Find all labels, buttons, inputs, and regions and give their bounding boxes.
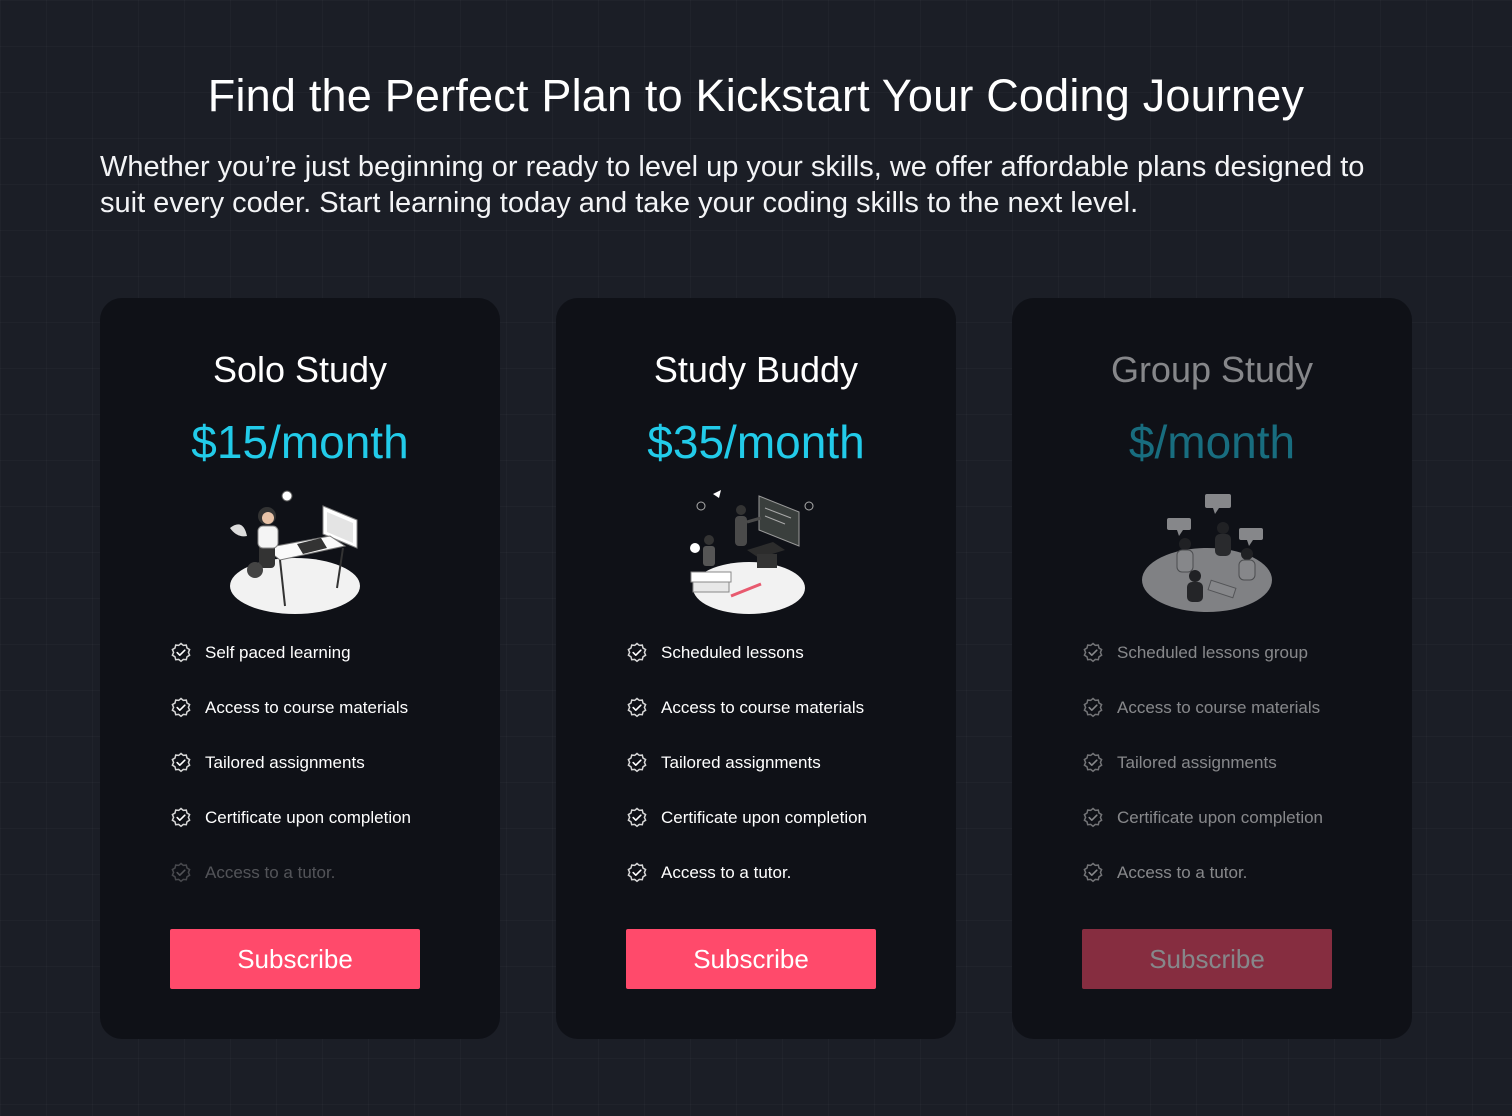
check-badge-icon	[171, 862, 191, 883]
check-badge-icon	[627, 752, 647, 773]
feature-item: Tailored assignments	[170, 752, 411, 807]
feature-label: Access to a tutor.	[661, 863, 792, 882]
check-badge-icon	[171, 642, 191, 663]
check-badge-icon	[1083, 697, 1103, 718]
feature-label: Scheduled lessons	[661, 643, 804, 662]
group-discussion-illustration	[1142, 494, 1272, 612]
feature-item: Access to a tutor.	[1082, 862, 1323, 917]
feature-item: Access to course materials	[626, 697, 867, 752]
check-badge-icon	[171, 807, 191, 828]
check-badge-icon	[171, 697, 191, 718]
plan-card-group-study: Group Study $/month Scheduled lessons gr…	[1012, 298, 1412, 1039]
feature-label: Access to course materials	[1117, 698, 1321, 717]
check-badge-icon	[1083, 862, 1103, 883]
feature-item: Self paced learning	[170, 642, 411, 697]
feature-label: Scheduled lessons group	[1117, 643, 1308, 662]
plan-name: Solo Study	[212, 349, 388, 390]
plan-name: Study Buddy	[653, 349, 859, 390]
feature-label: Tailored assignments	[661, 753, 821, 772]
feature-label: Certificate upon completion	[661, 808, 868, 827]
check-badge-icon	[627, 642, 647, 663]
feature-item: Certificate upon completion	[626, 807, 867, 862]
feature-list: Scheduled lessons Access to course mater…	[626, 642, 867, 917]
subscribe-button[interactable]: Subscribe	[626, 929, 876, 989]
feature-item: Certificate upon completion	[1082, 807, 1323, 862]
plan-name: Group Study	[1110, 349, 1314, 390]
feature-item: Access to course materials	[170, 697, 411, 752]
feature-label: Certificate upon completion	[205, 808, 412, 827]
feature-label: Tailored assignments	[1117, 753, 1277, 772]
feature-label: Access to a tutor.	[205, 863, 336, 882]
feature-item: Access to course materials	[1082, 697, 1323, 752]
person-studying-at-desk-illustration	[230, 490, 360, 614]
check-badge-icon	[627, 862, 647, 883]
feature-label: Access to a tutor.	[1117, 863, 1248, 882]
page-title: Find the Perfect Plan to Kickstart Your …	[207, 70, 1305, 121]
feature-item: Access to a tutor.	[626, 862, 867, 917]
tutor-with-student-at-board-illustration	[690, 490, 814, 614]
check-badge-icon	[1083, 807, 1103, 828]
plan-price: $15/month	[191, 416, 409, 468]
feature-item-unavailable: Access to a tutor.	[170, 862, 411, 917]
feature-item: Certificate upon completion	[170, 807, 411, 862]
feature-list: Self paced learning Access to course mat…	[170, 642, 411, 917]
plan-price: $35/month	[647, 416, 865, 468]
feature-label: Access to course materials	[661, 698, 865, 717]
feature-label: Certificate upon completion	[1117, 808, 1324, 827]
plan-card-solo-study: Solo Study $15/month Self paced learning	[100, 298, 500, 1039]
check-badge-icon	[1083, 752, 1103, 773]
plan-price: $/month	[1128, 416, 1296, 468]
check-badge-icon	[171, 752, 191, 773]
feature-item: Tailored assignments	[1082, 752, 1323, 807]
page-subtitle: Whether you’re just beginning or ready t…	[100, 151, 1365, 219]
subscribe-button[interactable]: Subscribe	[1082, 929, 1332, 989]
feature-item: Tailored assignments	[626, 752, 867, 807]
feature-label: Self paced learning	[205, 643, 351, 662]
check-badge-icon	[627, 697, 647, 718]
feature-list: Scheduled lessons group Access to course…	[1082, 642, 1323, 917]
subscribe-button[interactable]: Subscribe	[170, 929, 420, 989]
feature-item: Scheduled lessons group	[1082, 642, 1323, 697]
feature-label: Tailored assignments	[205, 753, 365, 772]
check-badge-icon	[627, 807, 647, 828]
feature-label: Access to course materials	[205, 698, 409, 717]
check-badge-icon	[1083, 642, 1103, 663]
plan-card-study-buddy: Study Buddy $35/month Scheduled lessons	[556, 298, 956, 1039]
feature-item: Scheduled lessons	[626, 642, 867, 697]
